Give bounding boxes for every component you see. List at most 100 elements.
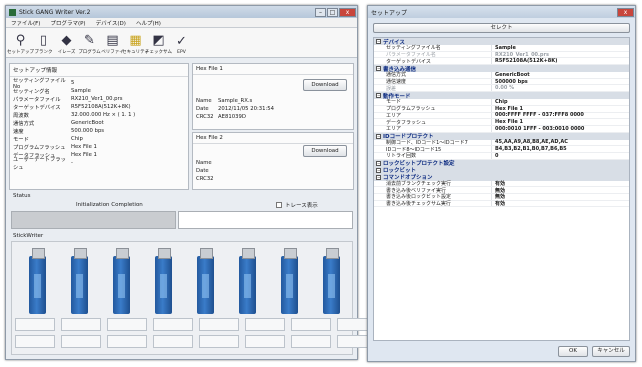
property-value[interactable]: 000:0010 1FFF - 003:0010 0000 bbox=[492, 126, 584, 132]
checksum-tool-button[interactable]: ◩ チェックサム bbox=[145, 33, 172, 55]
epv-tool-button[interactable]: ✓ EPV bbox=[170, 34, 193, 55]
property-value[interactable]: 0.00 % bbox=[492, 85, 514, 91]
writer-status-row-1 bbox=[12, 318, 380, 331]
property-value[interactable]: Chip bbox=[492, 99, 508, 105]
dialog-close-button[interactable]: x bbox=[617, 7, 634, 17]
writer-status-slot bbox=[107, 335, 147, 348]
hex-file-2-title: Hex File 2 bbox=[193, 133, 353, 144]
property-key: ターゲットデバイス bbox=[374, 58, 492, 65]
setup-dialog: セットアップ x セレクト − デバイス セッティングファイル名 Sample パラメー… bbox=[367, 5, 636, 362]
property-value[interactable]: Hex File 1 bbox=[492, 106, 523, 112]
property-key: エリア bbox=[374, 125, 492, 132]
property-value[interactable]: 500000 bps bbox=[492, 79, 528, 85]
download-button-2[interactable]: Download bbox=[303, 145, 347, 157]
info-value: 2012/11/05 20:31:54 bbox=[218, 106, 275, 112]
usb-writer[interactable] bbox=[281, 248, 298, 314]
property-value[interactable]: R5F52108A(512K+8K) bbox=[492, 58, 557, 64]
property-key: 誤差 bbox=[374, 85, 492, 92]
blank-tool-button[interactable]: ▯ ブランク bbox=[32, 33, 55, 55]
collapse-icon[interactable]: − bbox=[376, 174, 381, 180]
status-log-field bbox=[178, 211, 353, 229]
writer-status-slot bbox=[61, 318, 101, 331]
info-key: 周波数 bbox=[13, 113, 29, 119]
dialog-title-bar: セットアップ x bbox=[368, 6, 635, 18]
info-key: 速度 bbox=[13, 129, 24, 135]
menu-file[interactable]: ファイル(F) bbox=[6, 19, 45, 27]
collapse-icon[interactable]: − bbox=[376, 167, 381, 173]
property-value[interactable]: Sample bbox=[492, 45, 516, 51]
menu-help[interactable]: ヘルプ(H) bbox=[131, 19, 166, 27]
info-row: Name bbox=[196, 159, 218, 167]
usb-writer[interactable] bbox=[113, 248, 130, 314]
writer-status-slot bbox=[153, 335, 193, 348]
ok-button[interactable]: OK bbox=[558, 346, 588, 357]
info-row: ユーザーデートフラッシュ - bbox=[13, 157, 185, 171]
property-value[interactable]: Hex File 1 bbox=[492, 119, 523, 125]
property-key: モード bbox=[374, 99, 492, 105]
info-row: CRC32 AE81039D bbox=[196, 113, 274, 121]
collapse-icon[interactable]: − bbox=[376, 39, 381, 44]
download-button-1[interactable]: Download bbox=[303, 79, 347, 91]
status-progress-bar bbox=[11, 211, 176, 229]
info-key: Name bbox=[196, 160, 212, 166]
toolbar: ⚲ セットアップ ▯ ブランク ◆ イレーズ ✎ プログラム ▤ ベリファイ ▦ セキュリテ… bbox=[6, 28, 357, 58]
property-value[interactable]: RX210_Ver1_00.prs bbox=[492, 52, 549, 58]
info-row: Name Sample_RX.s bbox=[196, 97, 274, 105]
info-row: 周波数 32.000.000 Hz × ( 1. 1 ) bbox=[13, 111, 185, 119]
collapse-icon[interactable]: − bbox=[376, 93, 381, 99]
writer-status-slot bbox=[291, 335, 331, 348]
usb-writer[interactable] bbox=[323, 248, 340, 314]
property-value[interactable]: B4,B3,B2,B1,B0,B7,B6,B5 bbox=[492, 146, 567, 152]
writer-status-slot bbox=[61, 335, 101, 348]
info-value: Sample bbox=[71, 88, 91, 94]
erase-tool-button[interactable]: ◆ イレーズ bbox=[55, 33, 78, 55]
property-value[interactable]: 有効 bbox=[492, 200, 505, 207]
info-value: Chip bbox=[71, 136, 83, 142]
hex-file-2-info: Name Date CRC32 bbox=[196, 159, 218, 183]
property-value[interactable]: GenericBoot bbox=[492, 72, 530, 78]
search-icon: ⚲ bbox=[15, 33, 26, 48]
usb-writer[interactable] bbox=[29, 248, 46, 314]
property-key: 書き込み後ベリファイ実行 bbox=[374, 187, 492, 194]
info-row: CRC32 bbox=[196, 175, 218, 183]
property-value[interactable]: 45,AA,A9,A8,B8,AE,AD,AC bbox=[492, 139, 568, 145]
usb-writer[interactable] bbox=[239, 248, 256, 314]
property-row[interactable]: 書き込み後チェックサム実行 有効 bbox=[374, 200, 629, 208]
hex-file-1-title: Hex File 1 bbox=[193, 64, 353, 75]
info-value: RX210_Ver1_00.prs bbox=[71, 96, 123, 102]
minimize-button[interactable]: – bbox=[315, 7, 326, 17]
info-key: プログラムフラッシュ bbox=[13, 145, 66, 151]
menu-device[interactable]: デバイス(D) bbox=[91, 19, 131, 27]
status-message: Initialization Completion bbox=[76, 202, 143, 208]
collapse-icon[interactable]: − bbox=[376, 66, 381, 72]
property-key: 通信方式 bbox=[374, 72, 492, 78]
close-button[interactable]: x bbox=[339, 7, 356, 17]
verify-tool-button[interactable]: ▤ ベリファイ bbox=[101, 33, 124, 55]
status-label: Status bbox=[13, 193, 31, 199]
info-key: セッティング名 bbox=[13, 89, 50, 95]
menu-bar: ファイル(F) プログラマ(P) デバイス(D) ヘルプ(H) bbox=[6, 18, 357, 28]
setup-tool-button[interactable]: ⚲ セットアップ bbox=[7, 33, 34, 55]
info-value: - bbox=[71, 160, 73, 166]
maximize-button[interactable]: □ bbox=[327, 7, 338, 17]
program-tool-button[interactable]: ✎ プログラム bbox=[78, 33, 101, 55]
menu-programmer[interactable]: プログラマ(P) bbox=[45, 19, 90, 27]
info-value: Sample_RX.s bbox=[218, 98, 253, 104]
info-row: 速度 500.000 bps bbox=[13, 127, 185, 135]
select-button[interactable]: セレクト bbox=[373, 23, 630, 33]
collapse-icon[interactable]: − bbox=[376, 160, 381, 166]
info-row: 通信方式 GenericBoot bbox=[13, 119, 185, 127]
usb-writer[interactable] bbox=[197, 248, 214, 314]
collapse-icon[interactable]: − bbox=[376, 133, 381, 139]
property-row[interactable]: 誤差 0.00 % bbox=[374, 85, 629, 93]
verify-icon: ▤ bbox=[106, 33, 119, 48]
writer-status-slot bbox=[291, 318, 331, 331]
cancel-button[interactable]: キャンセル bbox=[592, 346, 630, 357]
property-value[interactable]: 0 bbox=[492, 153, 498, 159]
usb-writer[interactable] bbox=[71, 248, 88, 314]
security-tool-button[interactable]: ▦ セキュリティ bbox=[122, 33, 149, 55]
trace-checkbox[interactable]: トレース表示 bbox=[276, 201, 318, 209]
setup-info-list: セッティングファイルNo 5 セッティング名 Sample パラメータファイル RX210… bbox=[10, 77, 188, 171]
usb-writer[interactable] bbox=[155, 248, 172, 314]
property-value[interactable]: 000:FFFF FFFF - 037:FFF8 0000 bbox=[492, 112, 584, 118]
